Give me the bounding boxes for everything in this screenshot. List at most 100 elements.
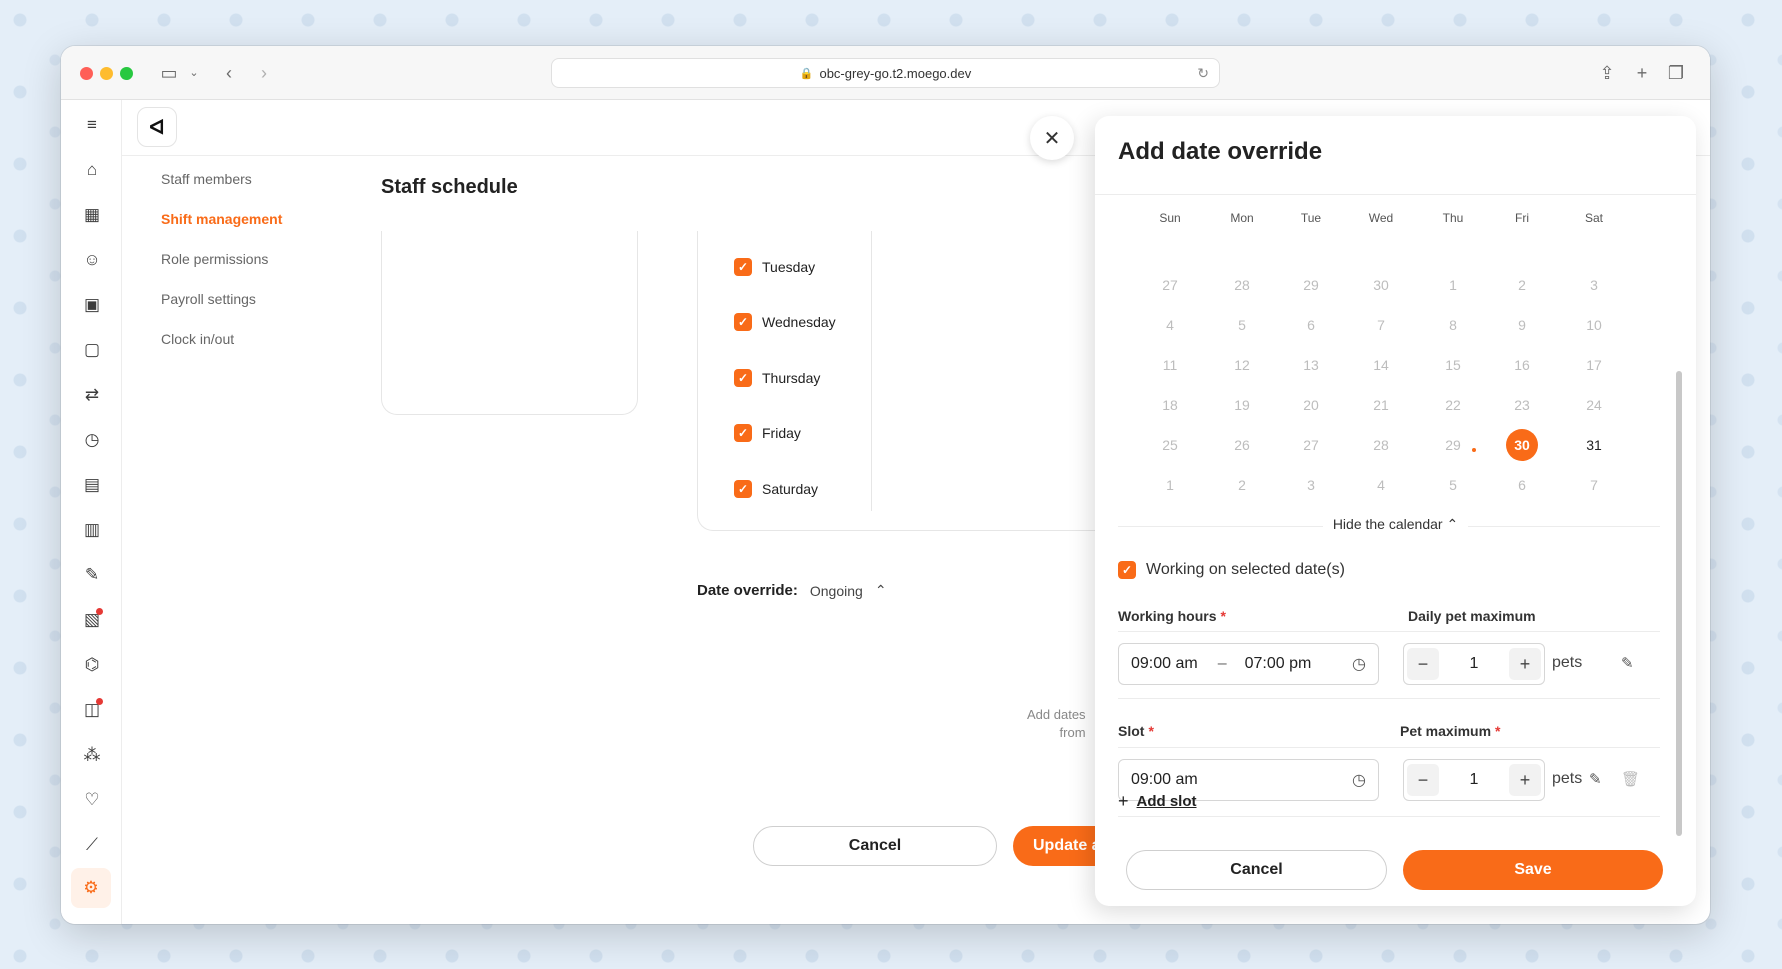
calendar-day[interactable]: 28 <box>1361 430 1401 460</box>
date-override-value[interactable]: Ongoing <box>810 583 863 599</box>
clipboard-icon[interactable]: ▥ <box>79 517 105 543</box>
calendar-day[interactable]: 14 <box>1361 350 1401 380</box>
network-icon[interactable]: ⁂ <box>79 742 105 768</box>
sidebar-toggle-icon[interactable]: ▭ <box>156 60 182 86</box>
calendar-day[interactable]: 18 <box>1150 390 1190 420</box>
minimize-window-button[interactable] <box>100 67 113 80</box>
settings-icon[interactable]: ⚙ <box>71 868 111 908</box>
calendar-day[interactable]: 7 <box>1361 310 1401 340</box>
checkbox-checked-icon[interactable]: ✓ <box>734 480 752 498</box>
day-row-tuesday[interactable]: ✓ Tuesday <box>734 258 815 276</box>
hint-line: Add dates <box>1027 707 1086 722</box>
calendar-day[interactable]: 4 <box>1150 310 1190 340</box>
calendar-day[interactable]: 23 <box>1502 390 1542 420</box>
calendar-day[interactable]: 3 <box>1291 470 1331 500</box>
alarm-icon[interactable]: ◷ <box>79 427 105 453</box>
calendar-day[interactable]: 5 <box>1433 470 1473 500</box>
calendar-day[interactable]: 21 <box>1361 390 1401 420</box>
day-row-friday[interactable]: ✓ Friday <box>734 424 801 442</box>
calendar-day[interactable]: 30 <box>1361 270 1401 300</box>
megaphone-icon[interactable]: ◫ <box>79 697 105 723</box>
calendar-day[interactable]: 31 <box>1574 430 1614 460</box>
calendar-day[interactable]: 30 <box>1502 429 1542 461</box>
checkbox-checked-icon[interactable]: ✓ <box>734 313 752 331</box>
calendar-day[interactable]: 20 <box>1291 390 1331 420</box>
calendar-day[interactable]: 7 <box>1574 470 1614 500</box>
nav-item-role-permissions[interactable]: Role permissions <box>161 251 268 267</box>
nav-item-payroll-settings[interactable]: Payroll settings <box>161 291 256 307</box>
share-icon[interactable]: ⇪ <box>1594 60 1620 86</box>
calendar-day[interactable]: 29 <box>1433 430 1473 460</box>
back-icon[interactable]: ‹ <box>216 60 242 86</box>
calendar-day[interactable]: 24 <box>1574 390 1614 420</box>
home-icon[interactable]: ⌂ <box>79 157 105 183</box>
calendar-day[interactable]: 8 <box>1433 310 1473 340</box>
calendar-day[interactable]: 3 <box>1574 270 1614 300</box>
calendar-day[interactable]: 15 <box>1433 350 1473 380</box>
reload-icon[interactable]: ↻ <box>1197 65 1209 82</box>
calendar-day[interactable]: 6 <box>1291 310 1331 340</box>
lock-icon: 🔒 <box>799 67 814 80</box>
calendar-day[interactable]: 2 <box>1502 270 1542 300</box>
zoom-window-button[interactable] <box>120 67 133 80</box>
close-window-button[interactable] <box>80 67 93 80</box>
divider <box>871 231 872 511</box>
nav-item-shift-management[interactable]: Shift management <box>161 211 282 227</box>
hint-line: from <box>1059 725 1086 740</box>
calendar-day[interactable]: 29 <box>1291 270 1331 300</box>
calendar-day[interactable]: 27 <box>1150 270 1190 300</box>
calendar-day[interactable]: 19 <box>1222 390 1262 420</box>
browser-titlebar: ▭ ⌄ ‹ › 🔒 obc-grey-go.t2.moego.dev ↻ ⇪ +… <box>61 46 1710 100</box>
calendar-day[interactable]: 1 <box>1433 270 1473 300</box>
calendar-day[interactable]: 11 <box>1150 350 1190 380</box>
bank-icon[interactable]: ⌬ <box>79 652 105 678</box>
app-logo[interactable]: ᐊ <box>137 107 177 147</box>
message-icon[interactable]: ▢ <box>79 337 105 363</box>
calendar-day[interactable]: 25 <box>1150 430 1190 460</box>
chevron-down-icon[interactable]: ⌄ <box>181 60 207 86</box>
calendar-day[interactable]: 26 <box>1222 430 1262 460</box>
menu-icon[interactable]: ≡ <box>79 112 105 138</box>
retail-icon[interactable]: ▣ <box>79 292 105 318</box>
calendar-icon[interactable]: ▦ <box>79 202 105 228</box>
day-row-thursday[interactable]: ✓ Thursday <box>734 369 820 387</box>
calendar-day[interactable]: 22 <box>1433 390 1473 420</box>
day-label: Friday <box>762 425 801 441</box>
calendar-day[interactable]: 13 <box>1291 350 1331 380</box>
calendar-day[interactable]: 28 <box>1222 270 1262 300</box>
calendar-day[interactable]: 16 <box>1502 350 1542 380</box>
date-override-label: Date override: <box>697 582 798 599</box>
pen-icon[interactable]: ✎ <box>79 562 105 588</box>
heart-icon[interactable]: ♡ <box>79 787 105 813</box>
address-bar[interactable]: 🔒 obc-grey-go.t2.moego.dev ↻ <box>551 58 1220 88</box>
invoice-icon[interactable]: ▤ <box>79 472 105 498</box>
override-hint: Add dates from <box>1027 706 1086 742</box>
ticket-icon[interactable]: ▧ <box>79 607 105 633</box>
checkbox-checked-icon[interactable]: ✓ <box>734 369 752 387</box>
cancel-button[interactable]: Cancel <box>753 826 997 866</box>
checkbox-checked-icon[interactable]: ✓ <box>734 424 752 442</box>
forward-icon[interactable]: › <box>251 60 277 86</box>
calendar-day[interactable]: 12 <box>1222 350 1262 380</box>
checkbox-checked-icon[interactable]: ✓ <box>734 258 752 276</box>
calendar-day[interactable]: 1 <box>1150 470 1190 500</box>
route-icon[interactable]: ⇄ <box>79 382 105 408</box>
new-tab-icon[interactable]: + <box>1629 60 1655 86</box>
calendar-day[interactable]: 10 <box>1574 310 1614 340</box>
chart-icon[interactable]: ⟋ <box>79 832 105 858</box>
calendar-day[interactable]: 5 <box>1222 310 1262 340</box>
nav-item-staff-members[interactable]: Staff members <box>161 171 252 187</box>
calendar-day[interactable]: 2 <box>1222 470 1262 500</box>
calendar-day[interactable]: 4 <box>1361 470 1401 500</box>
nav-item-clock-in-out[interactable]: Clock in/out <box>161 331 234 347</box>
tabs-overview-icon[interactable]: ❐ <box>1663 60 1689 86</box>
close-icon[interactable]: ✕ <box>1030 116 1074 160</box>
day-row-saturday[interactable]: ✓ Saturday <box>734 480 818 498</box>
chevron-up-icon[interactable]: ⌃ <box>875 582 887 599</box>
calendar-day[interactable]: 17 <box>1574 350 1614 380</box>
clients-icon[interactable]: ☺ <box>79 247 105 273</box>
calendar-day[interactable]: 6 <box>1502 470 1542 500</box>
calendar-day[interactable]: 9 <box>1502 310 1542 340</box>
calendar-day[interactable]: 27 <box>1291 430 1331 460</box>
day-row-wednesday[interactable]: ✓ Wednesday <box>734 313 836 331</box>
